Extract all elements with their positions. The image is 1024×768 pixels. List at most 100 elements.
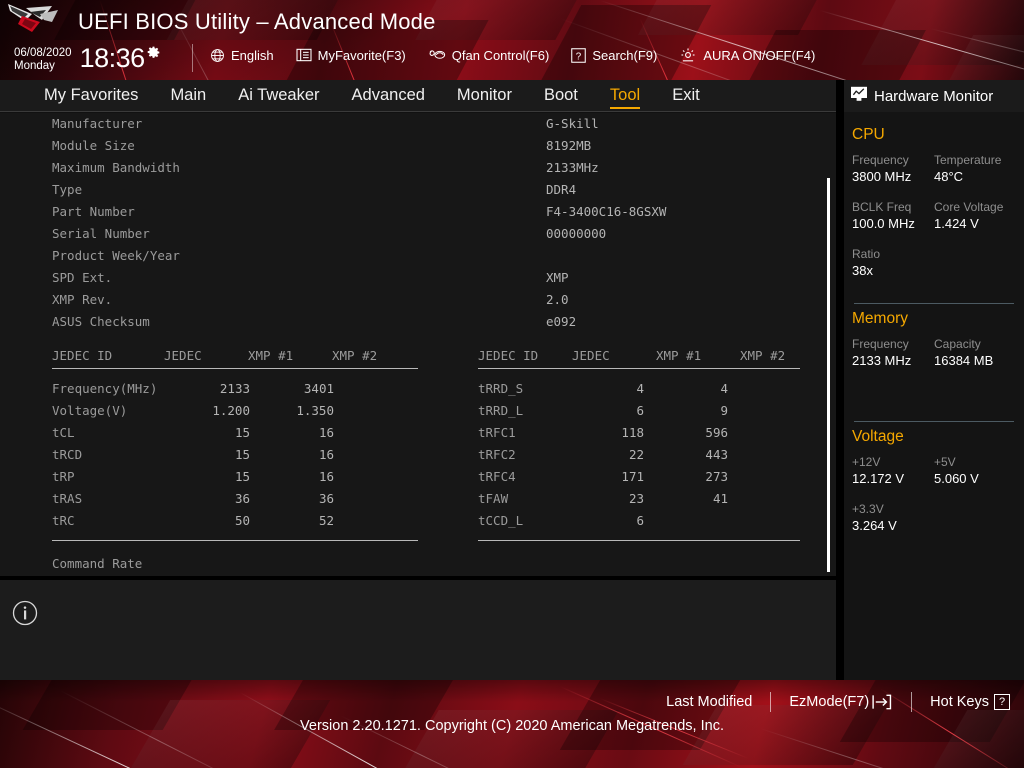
table-row: tRCD 15 16: [52, 444, 418, 466]
table-row: tRFC2 22 443: [478, 444, 800, 466]
page-title: UEFI BIOS Utility – Advanced Mode: [78, 9, 436, 34]
last-modified-label: Last Modified: [666, 694, 753, 710]
timing-jedec: 15: [234, 425, 250, 440]
table-row: tRRD_S 4 4: [478, 378, 800, 400]
hwm-key: +5V: [934, 455, 956, 469]
hwm-item: Capacity 16384 MB: [934, 336, 1016, 369]
timing-jedec: 15: [234, 469, 250, 484]
globe-icon: [210, 48, 225, 63]
timings-table-left: JEDEC ID JEDEC XMP #1 XMP #2 Frequency(M…: [52, 344, 418, 541]
column-header-xmp1: XMP #1: [656, 348, 702, 363]
qfan-control-button[interactable]: Qfan Control(F6): [428, 47, 550, 63]
timing-jedec: 22: [628, 447, 644, 462]
timings-table-right: JEDEC ID JEDEC XMP #1 XMP #2 tRRD_S 4 4 …: [478, 344, 800, 541]
hwm-value: 3.264 V: [852, 518, 897, 533]
myfavorite-button[interactable]: MyFavorite(F3): [296, 48, 406, 63]
timing-name: tRC: [52, 513, 75, 528]
table-row: Frequency(MHz) 2133 3401: [52, 378, 418, 400]
aura-toggle-button[interactable]: AURA ON/OFF(F4): [679, 47, 815, 63]
info-row: Maximum Bandwidth 2133MHz: [0, 157, 836, 179]
footer-banner: Last Modified EzMode(F7) Hot Keys ? Vers…: [0, 680, 1024, 768]
language-button[interactable]: English: [210, 48, 274, 63]
timing-xmp1: 16: [318, 447, 334, 462]
column-header-jedec: JEDEC: [164, 348, 202, 363]
info-label: ASUS Checksum: [52, 314, 150, 329]
search-button[interactable]: ? Search(F9): [571, 48, 657, 63]
hardware-monitor-panel: CPU Frequency 3800 MHz Temperature 48°C …: [844, 112, 1024, 680]
info-circle-icon[interactable]: [12, 600, 38, 631]
table-row: tRP 15 16: [52, 466, 418, 488]
timing-jedec: 6: [636, 513, 644, 528]
hotkeys-button[interactable]: Hot Keys ?: [930, 694, 1010, 710]
hwm-value: 5.060 V: [934, 471, 979, 486]
hwm-key: +12V: [852, 455, 881, 469]
column-header-xmp2: XMP #2: [740, 348, 786, 363]
timing-jedec: 36: [234, 491, 250, 506]
info-value: 2133MHz: [546, 160, 599, 175]
info-label: Product Week/Year: [52, 248, 180, 263]
svg-text:?: ?: [576, 51, 582, 62]
tab-advanced[interactable]: Advanced: [352, 86, 425, 106]
tab-exit[interactable]: Exit: [672, 86, 700, 106]
timing-jedec: 118: [621, 425, 644, 440]
info-value: 2.0: [546, 292, 569, 307]
table-rule-bottom: [52, 540, 418, 541]
monitor-icon: [850, 86, 868, 107]
timing-xmp1: 1.350: [296, 403, 334, 418]
timing-name: Voltage(V): [52, 403, 128, 418]
question-box-icon: ?: [571, 47, 587, 63]
hardware-monitor-title: Hardware Monitor: [874, 87, 994, 105]
hwm-value: 100.0 MHz: [852, 216, 915, 231]
hwm-item: Frequency 2133 MHz: [852, 336, 934, 369]
info-value: XMP: [546, 270, 569, 285]
tab-boot[interactable]: Boot: [544, 86, 578, 106]
list-icon: [296, 48, 312, 62]
tab-monitor[interactable]: Monitor: [457, 86, 512, 106]
hwm-item: +5V 5.060 V: [934, 454, 1016, 487]
timing-name: tRRD_L: [478, 403, 524, 418]
info-value: DDR4: [546, 182, 577, 197]
qfan-control-label: Qfan Control(F6): [451, 47, 550, 63]
timing-name: tRFC2: [478, 447, 516, 462]
footer-divider: [770, 692, 772, 712]
hwm-section-cpu: Frequency 3800 MHz Temperature 48°C BCLK…: [844, 152, 1024, 293]
timing-name: tCCD_L: [478, 513, 524, 528]
info-row: ASUS Checksum e092: [0, 311, 836, 333]
timing-jedec: 23: [628, 491, 644, 506]
table-row: tFAW 23 41: [478, 488, 800, 510]
table-row: tRRD_L 6 9: [478, 400, 800, 422]
hwm-divider: [854, 421, 1014, 422]
hotkeys-badge: ?: [994, 694, 1010, 710]
hwm-divider: [854, 303, 1014, 304]
table-header-row: JEDEC ID JEDEC XMP #1 XMP #2: [52, 344, 418, 368]
language-label: English: [231, 47, 274, 63]
table-row: Voltage(V) 1.200 1.350: [52, 400, 418, 422]
hwm-item: Temperature 48°C: [934, 152, 1016, 185]
content-scrollbar-thumb[interactable]: [827, 178, 830, 572]
timing-jedec: 6: [636, 403, 644, 418]
hwm-key: Temperature: [934, 153, 1002, 167]
tab-tool[interactable]: Tool: [609, 86, 641, 109]
last-modified-button[interactable]: Last Modified: [666, 694, 752, 710]
tab-main[interactable]: Main: [170, 86, 206, 106]
hardware-monitor-header: Hardware Monitor: [844, 80, 1024, 112]
timing-xmp1: 52: [318, 513, 334, 528]
timing-jedec: 1.200: [212, 403, 250, 418]
tab-ai-tweaker[interactable]: Ai Tweaker: [238, 86, 319, 106]
table-rule-top: [478, 368, 800, 369]
hwm-section-voltage: +12V 12.172 V +5V 5.060 V +3.3V 3.264 V: [844, 454, 1024, 548]
footer-divider: [911, 692, 913, 712]
timing-name: tRAS: [52, 491, 83, 506]
tab-my-favorites[interactable]: My Favorites: [44, 86, 138, 106]
timing-jedec: 4: [636, 381, 644, 396]
hwm-value: 38x: [852, 263, 873, 278]
hwm-key: BCLK Freq: [852, 200, 912, 214]
timing-xmp1: 16: [318, 425, 334, 440]
myfavorite-label: MyFavorite(F3): [317, 47, 406, 63]
footer-actions: Last Modified EzMode(F7) Hot Keys ?: [666, 692, 1010, 712]
ezmode-button[interactable]: EzMode(F7): [789, 694, 893, 710]
gear-icon[interactable]: [146, 46, 161, 66]
table-row: tRFC4 171 273: [478, 466, 800, 488]
hotkeys-label: Hot Keys: [930, 694, 989, 710]
info-value: 00000000: [546, 226, 607, 241]
